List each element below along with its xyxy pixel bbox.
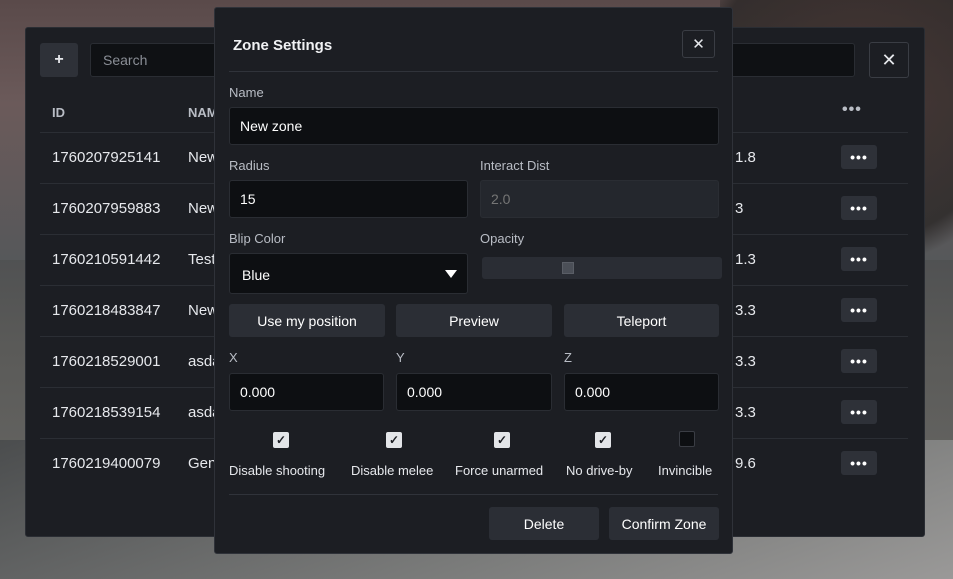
force-unarmed-checkbox[interactable]: ✓ [494, 432, 510, 448]
row-menu-button[interactable]: ••• [841, 451, 877, 475]
z-coordinate-input[interactable] [564, 373, 719, 411]
y-label: Y [396, 350, 405, 365]
divider [229, 71, 718, 72]
row-id: 1760210591442 [52, 251, 161, 268]
disable-melee-label: Disable melee [351, 463, 434, 478]
close-dialog-button[interactable]: ✕ [682, 30, 715, 58]
row-name: Test [188, 251, 216, 268]
row-value: 1.3 [735, 251, 756, 268]
name-label: Name [229, 85, 264, 100]
row-id: 1760219400079 [52, 455, 161, 472]
no-drive-by-label: No drive-by [566, 463, 633, 478]
use-my-position-button[interactable]: Use my position [229, 304, 385, 337]
teleport-button[interactable]: Teleport [564, 304, 719, 337]
row-value: 3.3 [735, 353, 756, 370]
row-value: 9.6 [735, 455, 756, 472]
blip-color-label: Blip Color [229, 231, 286, 246]
interact-dist-label: Interact Dist [480, 158, 550, 173]
opacity-slider-handle[interactable] [562, 262, 574, 274]
row-value: 3 [735, 200, 744, 217]
disable-melee-checkbox[interactable]: ✓ [386, 432, 402, 448]
row-name: Gen [188, 455, 217, 472]
row-menu-button[interactable]: ••• [841, 298, 877, 322]
name-input[interactable] [229, 107, 719, 145]
radius-input[interactable] [229, 180, 468, 218]
row-menu-button[interactable]: ••• [841, 247, 877, 271]
column-header-id: ID [52, 105, 65, 120]
x-coordinate-input[interactable] [229, 373, 384, 411]
row-menu-button[interactable]: ••• [841, 349, 877, 373]
row-value: 3.3 [735, 302, 756, 319]
row-id: 1760218529001 [52, 353, 161, 370]
close-list-button[interactable]: ✕ [869, 42, 909, 78]
dialog-title: Zone Settings [233, 37, 333, 54]
opacity-slider[interactable] [482, 257, 722, 279]
row-menu-button[interactable]: ••• [841, 145, 877, 169]
no-drive-by-checkbox[interactable]: ✓ [595, 432, 611, 448]
interact-dist-input [480, 180, 719, 218]
invincible-label: Invincible [658, 463, 713, 478]
confirm-zone-button[interactable]: Confirm Zone [609, 507, 719, 540]
row-id: 1760218483847 [52, 302, 161, 319]
y-coordinate-input[interactable] [396, 373, 552, 411]
zone-settings-dialog: Zone Settings ✕ Name Radius Interact Dis… [214, 7, 733, 554]
row-menu-button[interactable]: ••• [841, 196, 877, 220]
disable-shooting-label: Disable shooting [229, 463, 326, 478]
add-zone-button[interactable]: + [40, 43, 78, 77]
row-menu-button[interactable]: ••• [841, 400, 877, 424]
x-label: X [229, 350, 238, 365]
row-value: 3.3 [735, 404, 756, 421]
radius-label: Radius [229, 158, 270, 173]
row-id: 1760218539154 [52, 404, 161, 421]
force-unarmed-label: Force unarmed [455, 463, 544, 478]
delete-button[interactable]: Delete [489, 507, 599, 540]
column-header-more-icon: ••• [842, 101, 862, 118]
blip-color-value: Blue [242, 267, 271, 283]
opacity-label: Opacity [480, 231, 525, 246]
blip-color-select[interactable]: Blue [229, 253, 468, 294]
invincible-checkbox[interactable] [679, 431, 695, 447]
row-id: 1760207925141 [52, 149, 161, 166]
row-id: 1760207959883 [52, 200, 161, 217]
chevron-down-icon [445, 270, 457, 278]
divider [229, 494, 718, 495]
row-value: 1.8 [735, 149, 756, 166]
z-label: Z [564, 350, 572, 365]
preview-button[interactable]: Preview [396, 304, 552, 337]
disable-shooting-checkbox[interactable]: ✓ [273, 432, 289, 448]
